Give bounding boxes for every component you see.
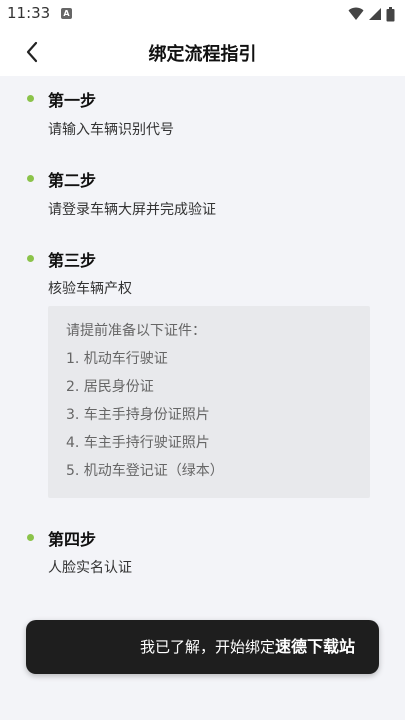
document-item: 2. 居民身份证 xyxy=(66,379,154,395)
status-bar: 11:33 A xyxy=(0,0,405,28)
watermark-text: 速德下载站 xyxy=(274,637,355,656)
status-time: 11:33 xyxy=(7,4,51,22)
step-4-description: 人脸实名认证 xyxy=(48,560,132,576)
start-binding-label: 我已了解，开始绑定 xyxy=(139,638,275,656)
status-icons xyxy=(348,6,395,22)
step-2-description: 请登录车辆大屏并完成验证 xyxy=(48,202,216,218)
notification-app-icon: A xyxy=(61,8,72,19)
step-2-dot xyxy=(27,175,34,182)
document-item: 5. 机动车登记证（绿本） xyxy=(66,463,224,479)
step-3-title: 第三步 xyxy=(48,251,97,270)
step-1-title: 第一步 xyxy=(48,91,97,110)
signal-icon xyxy=(369,8,381,20)
start-binding-button[interactable]: 我已了解，开始绑定速德下载站 xyxy=(26,620,379,674)
step-4-title: 第四步 xyxy=(48,530,97,549)
document-item: 1. 机动车行驶证 xyxy=(66,351,168,367)
step-3-dot xyxy=(27,255,34,262)
documents-intro: 请提前准备以下证件： xyxy=(66,323,206,339)
page-title: 绑定流程指引 xyxy=(148,44,257,65)
document-item: 4. 车主手持行驶证照片 xyxy=(66,435,210,451)
step-1-description: 请输入车辆识别代号 xyxy=(48,122,174,138)
required-documents-box: 请提前准备以下证件： 1. 机动车行驶证 2. 居民身份证 3. 车主手持身份证… xyxy=(48,306,370,498)
header: 绑定流程指引 xyxy=(0,28,405,76)
document-item: 3. 车主手持身份证照片 xyxy=(66,407,210,423)
step-1-dot xyxy=(27,95,34,102)
wifi-icon xyxy=(348,7,364,20)
step-3-description: 核验车辆产权 xyxy=(48,281,132,297)
step-2-title: 第二步 xyxy=(48,171,97,190)
step-4-dot xyxy=(27,534,34,541)
battery-icon xyxy=(386,6,395,21)
